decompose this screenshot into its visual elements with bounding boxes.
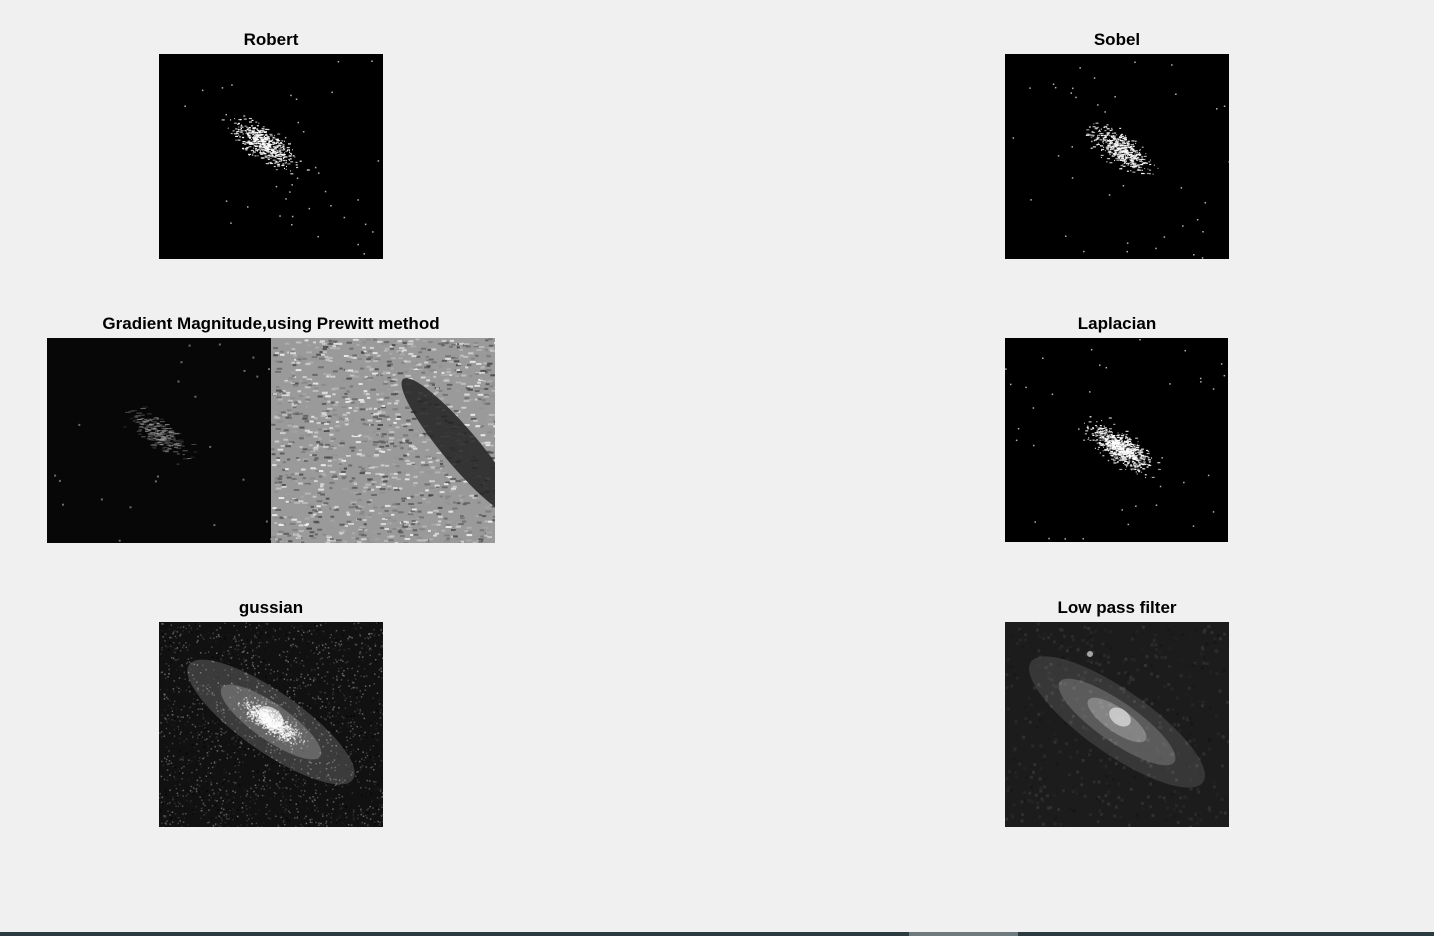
panel-lowpass: Low pass filter bbox=[1005, 598, 1229, 828]
panel-sobel: Sobel bbox=[1005, 30, 1229, 260]
panel-robert: Robert bbox=[159, 30, 383, 260]
panel-laplacian: Laplacian bbox=[1005, 314, 1229, 544]
gaussian-noise-image bbox=[159, 622, 383, 827]
panel-prewitt: Gradient Magnitude,using Prewitt method bbox=[47, 314, 495, 544]
panel-title-lowpass: Low pass filter bbox=[1057, 598, 1177, 617]
lowpass-filtered-image bbox=[1005, 622, 1229, 827]
sobel-edge-image bbox=[1005, 54, 1229, 259]
gradient-direction-image bbox=[271, 338, 495, 543]
panel-title-sobel: Sobel bbox=[1093, 30, 1141, 49]
panel-title-gaussian: gussian bbox=[238, 598, 304, 617]
robert-edge-image bbox=[159, 54, 383, 259]
gradient-magnitude-image bbox=[47, 338, 271, 543]
panel-gaussian: gussian bbox=[159, 598, 383, 828]
taskbar-highlight[interactable] bbox=[909, 932, 1018, 936]
panel-title-robert: Robert bbox=[243, 30, 299, 49]
laplacian-edge-image bbox=[1005, 338, 1228, 542]
panel-title-laplacian: Laplacian bbox=[1077, 314, 1157, 333]
panel-title-prewitt: Gradient Magnitude,using Prewitt method bbox=[102, 314, 440, 333]
taskbar bbox=[0, 932, 1434, 936]
